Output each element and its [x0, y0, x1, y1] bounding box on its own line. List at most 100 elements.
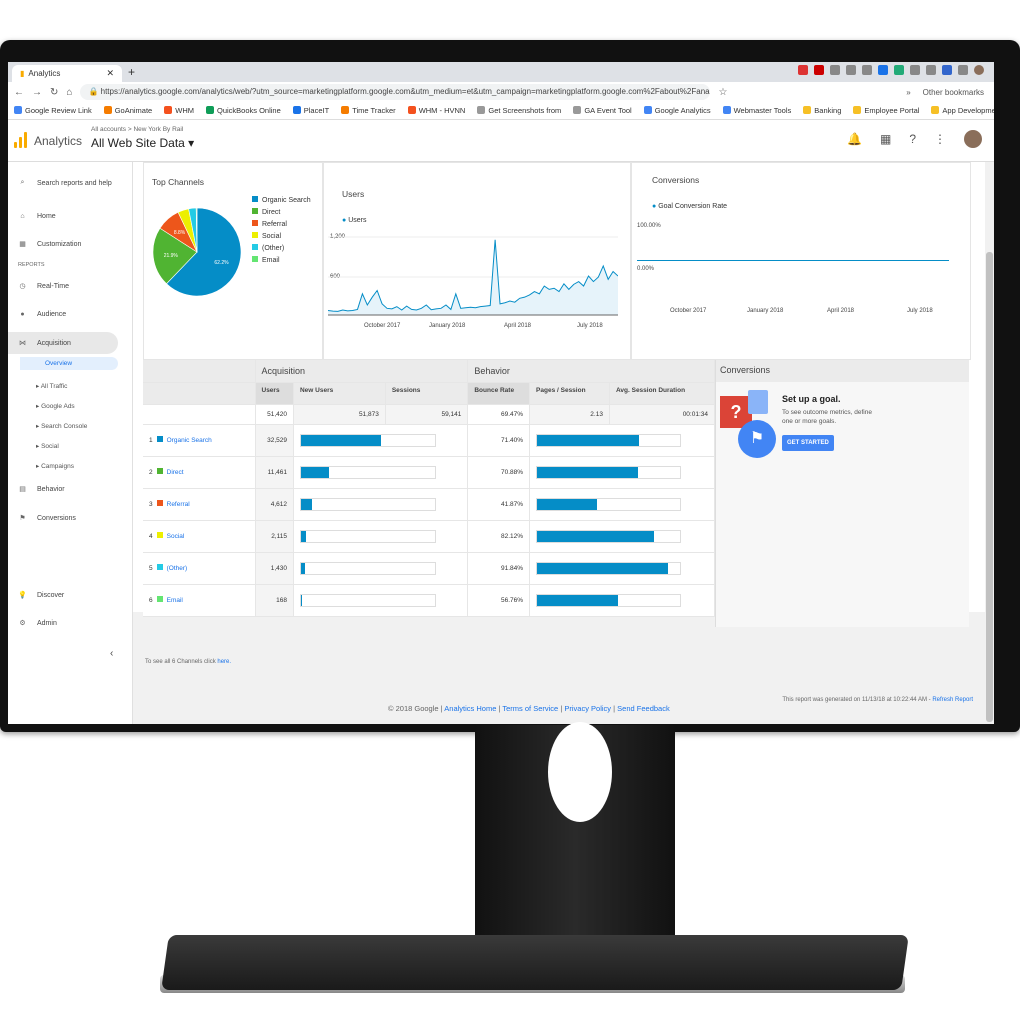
bounce-bar-cell — [529, 488, 715, 521]
bookmark-icon — [853, 106, 862, 114]
view-selector[interactable]: All Web Site Data ▾ — [91, 136, 194, 150]
channel-link[interactable]: Referral — [167, 501, 190, 508]
apps-grid-icon[interactable]: ▦ — [880, 132, 891, 146]
column-header[interactable]: Bounce Rate — [467, 382, 531, 405]
bookmark-label: WHM — [175, 106, 194, 115]
feedback-link[interactable]: Send Feedback — [617, 704, 670, 713]
scrollbar[interactable] — [985, 162, 994, 724]
flag-icon: ⚑ — [19, 515, 26, 522]
legend-item: Direct — [252, 207, 311, 219]
sidebar-item-discover[interactable]: 💡 Discover — [8, 584, 118, 606]
label: All Traffic — [40, 383, 68, 390]
column-header[interactable]: New Users — [293, 382, 386, 405]
sidebar-item-conversions[interactable]: ⚑ Conversions — [8, 507, 118, 529]
conversions-chart-title: Conversions — [652, 175, 700, 185]
forward-icon[interactable]: → — [32, 87, 42, 98]
avatar[interactable] — [964, 130, 982, 148]
bookmark-label: WHM - HVNN — [418, 106, 466, 115]
bookmark[interactable]: WHM - HVNN — [407, 106, 466, 115]
get-started-button[interactable]: GET STARTED — [782, 435, 834, 451]
bookmark-label: Banking — [814, 106, 842, 115]
terms-link[interactable]: Terms of Service — [502, 704, 558, 713]
collapse-icon[interactable]: ‹ — [110, 648, 113, 659]
bookmark[interactable]: Employee Portal — [853, 106, 919, 115]
column-header[interactable]: Users — [255, 382, 294, 405]
other-bookmarks[interactable]: Other bookmarks — [923, 88, 984, 97]
bookmark-label: Employee Portal — [864, 106, 920, 115]
users-bar-cell — [293, 456, 469, 489]
users-bar-cell — [293, 424, 469, 457]
star-icon[interactable]: ☆ — [718, 87, 727, 98]
bookmark[interactable]: Google Analytics — [643, 106, 711, 115]
acquisition-icon: ⋈ — [19, 340, 26, 347]
rank: 4 — [149, 533, 153, 540]
sidebar-item-behavior[interactable]: ▤ Behavior — [8, 478, 118, 500]
legend-item: Social — [252, 231, 311, 243]
bookmark-icon — [573, 106, 582, 114]
sidebar-item-admin[interactable]: ⚙ Admin — [8, 612, 118, 634]
x-tick: January 2018 — [747, 308, 784, 314]
bounce-bar — [536, 593, 682, 607]
bookmark[interactable]: GoAnimate — [103, 106, 152, 115]
bookmark[interactable]: Time Tracker — [341, 106, 396, 115]
bookmark-label: Get Screenshots from — [488, 106, 562, 115]
sidebar-item-google-ads[interactable]: ▸ Google Ads — [36, 402, 75, 410]
bookmark[interactable]: WHM — [164, 106, 194, 115]
pie-label: 62.2% — [214, 260, 229, 266]
channel-link[interactable]: Email — [167, 597, 183, 604]
bookmark[interactable]: App Development — [931, 106, 994, 115]
search-reports[interactable]: ⌕ Search reports and help — [8, 172, 118, 194]
browser-tab[interactable]: ▮ Analytics ✕ — [12, 65, 122, 82]
rank: 2 — [149, 469, 153, 476]
bookmark[interactable]: QuickBooks Online — [205, 106, 281, 115]
sidebar-item-campaigns[interactable]: ▸ Campaigns — [36, 462, 74, 470]
help-icon[interactable]: ? — [909, 132, 916, 146]
sidebar-item-social[interactable]: ▸ Social — [36, 442, 59, 450]
channel-swatch — [156, 596, 163, 602]
series-label: Users — [348, 217, 367, 224]
bookmark-icon — [643, 106, 652, 114]
more-vert-icon[interactable]: ⋮ — [934, 132, 946, 146]
sidebar-item-audience[interactable]: ● Audience — [8, 303, 118, 325]
analytics-home-link[interactable]: Analytics Home — [444, 704, 496, 713]
bounce-bar-cell — [529, 520, 715, 553]
bookmark[interactable]: PlaceIT — [292, 106, 329, 115]
column-header[interactable]: Sessions — [385, 382, 469, 405]
breadcrumb[interactable]: All accounts > New York By Rail — [91, 126, 183, 133]
sidebar-item-customization[interactable]: ▦ Customization — [8, 233, 118, 255]
legend-swatch — [252, 244, 258, 250]
refresh-report-link[interactable]: Refresh Report — [932, 697, 973, 703]
url-input[interactable]: 🔒 https://analytics.google.com/analytics… — [80, 84, 711, 100]
sidebar-item-acquisition[interactable]: ⋈ Acquisition — [8, 332, 118, 354]
channel-link[interactable]: Social — [167, 533, 185, 540]
privacy-link[interactable]: Privacy Policy — [564, 704, 611, 713]
back-icon[interactable]: ← — [14, 87, 24, 98]
sidebar-item-home[interactable]: ⌂ Home — [8, 205, 118, 227]
more-bookmarks-icon[interactable]: » — [906, 88, 910, 97]
home-icon[interactable]: ⌂ — [66, 87, 72, 98]
bookmark[interactable]: Banking — [803, 106, 841, 115]
see-all-link[interactable]: here. — [217, 659, 231, 665]
bookmark[interactable]: Google Review Link — [14, 106, 92, 115]
column-header[interactable]: Pages / Session — [529, 382, 610, 405]
bounce-bar-fill — [537, 594, 619, 606]
channel-link[interactable]: Direct — [167, 469, 184, 476]
close-tab-icon[interactable]: ✕ — [106, 68, 114, 79]
sidebar-item-all-traffic[interactable]: ▸ All Traffic — [36, 382, 67, 390]
users-value: 2,115 — [255, 520, 294, 553]
channel-swatch — [156, 468, 163, 474]
column-header[interactable]: Avg. Session Duration — [609, 382, 716, 405]
sidebar-item-realtime[interactable]: ◷ Real-Time — [8, 275, 118, 297]
bookmark[interactable]: Get Screenshots from — [477, 106, 561, 115]
new-tab-icon[interactable]: + — [128, 65, 135, 79]
channel-link[interactable]: (Other) — [167, 565, 188, 572]
bookmark[interactable]: Webmaster Tools — [722, 106, 791, 115]
bell-icon[interactable]: 🔔 — [847, 132, 862, 146]
sidebar-item-overview[interactable]: Overview — [20, 357, 118, 370]
bookmark[interactable]: GA Event Tool — [573, 106, 632, 115]
scroll-thumb[interactable] — [986, 252, 993, 722]
reload-icon[interactable]: ↻ — [50, 87, 58, 98]
bookmark-icon — [803, 106, 812, 114]
channel-link[interactable]: Organic Search — [167, 437, 212, 444]
sidebar-item-search-console[interactable]: ▸ Search Console — [36, 422, 87, 430]
